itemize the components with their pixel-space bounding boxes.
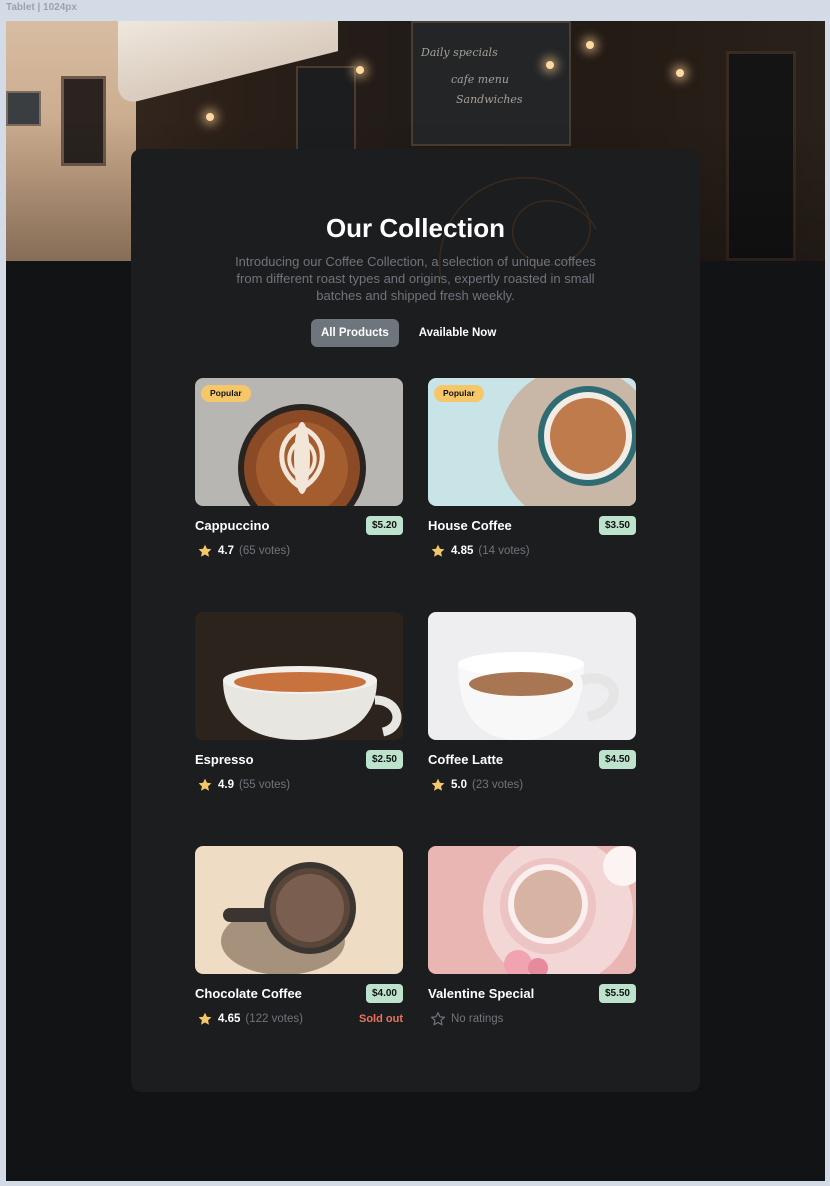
- page-frame: Daily specials cafe menu Sandwiches Our …: [6, 21, 825, 1181]
- filter-tabs: All Products Available Now: [311, 319, 506, 347]
- vote-count: (65 votes): [239, 545, 291, 557]
- frame-label: Tablet | 1024px: [6, 2, 77, 13]
- price-tag: $5.50: [598, 984, 636, 1003]
- product-rating: 4.85 (14 votes): [430, 543, 530, 559]
- product-rating: 4.9 (55 votes): [197, 777, 290, 793]
- vote-count: (14 votes): [478, 545, 530, 557]
- star-filled-icon: [431, 544, 445, 557]
- vote-count: (55 votes): [239, 779, 291, 791]
- product-image[interactable]: [195, 846, 403, 974]
- price-tag: $5.20: [365, 516, 403, 535]
- price-tag: $4.50: [598, 750, 636, 769]
- page-subtitle: Introducing our Coffee Collection, a sel…: [235, 254, 596, 303]
- rating-value: 4.9: [218, 779, 234, 791]
- price-tag: $3.50: [598, 516, 636, 535]
- product-card[interactable]: Popular Cappuccino $5.20 4.7 (65 votes): [195, 378, 403, 568]
- rating-value: 4.85: [451, 545, 474, 557]
- star-filled-icon: [198, 544, 212, 557]
- product-image[interactable]: [428, 846, 636, 974]
- star-filled-icon: [198, 778, 212, 791]
- product-grid: Popular Cappuccino $5.20 4.7 (65 votes): [195, 378, 636, 1038]
- star-filled-icon: [198, 1012, 212, 1025]
- product-name[interactable]: Espresso: [195, 752, 254, 767]
- product-image[interactable]: Popular: [195, 378, 403, 506]
- product-card[interactable]: Valentine Special $5.50 No ratings: [428, 846, 636, 1036]
- popular-badge: Popular: [434, 385, 484, 402]
- tab-available-now[interactable]: Available Now: [409, 319, 507, 347]
- product-card[interactable]: Espresso $2.50 4.9 (55 votes): [195, 612, 403, 802]
- rating-value: 4.65: [218, 1013, 241, 1025]
- product-name[interactable]: Chocolate Coffee: [195, 986, 302, 1001]
- collection-card: Our Collection Introducing our Coffee Co…: [131, 149, 700, 1092]
- price-tag: $2.50: [365, 750, 403, 769]
- tab-all-products[interactable]: All Products: [311, 319, 399, 347]
- product-rating: No ratings: [430, 1011, 503, 1027]
- product-card[interactable]: Popular House Coffee $3.50 4.85 (14 vote…: [428, 378, 636, 568]
- product-image[interactable]: Popular: [428, 378, 636, 506]
- product-name[interactable]: Coffee Latte: [428, 752, 503, 767]
- star-filled-icon: [431, 778, 445, 791]
- product-image[interactable]: [428, 612, 636, 740]
- product-rating: 4.7 (65 votes): [197, 543, 290, 559]
- product-card[interactable]: Chocolate Coffee $4.00 4.65 (122 votes) …: [195, 846, 403, 1036]
- product-image[interactable]: [195, 612, 403, 740]
- page-title: Our Collection: [325, 213, 506, 243]
- price-tag: $4.00: [365, 984, 403, 1003]
- rating-value: 4.7: [218, 545, 234, 557]
- popular-badge: Popular: [201, 385, 251, 402]
- star-empty-icon: [431, 1012, 445, 1026]
- no-ratings-label: No ratings: [451, 1013, 504, 1025]
- product-card[interactable]: Coffee Latte $4.50 5.0 (23 votes): [428, 612, 636, 802]
- sold-out-label: Sold out: [359, 1013, 403, 1025]
- product-name[interactable]: House Coffee: [428, 518, 512, 533]
- product-name[interactable]: Valentine Special: [428, 986, 534, 1001]
- product-rating: 5.0 (23 votes): [430, 777, 523, 793]
- vote-count: (122 votes): [245, 1013, 303, 1025]
- rating-value: 5.0: [451, 779, 467, 791]
- product-name[interactable]: Cappuccino: [195, 518, 269, 533]
- vote-count: (23 votes): [472, 779, 524, 791]
- product-rating: 4.65 (122 votes): [197, 1011, 303, 1027]
